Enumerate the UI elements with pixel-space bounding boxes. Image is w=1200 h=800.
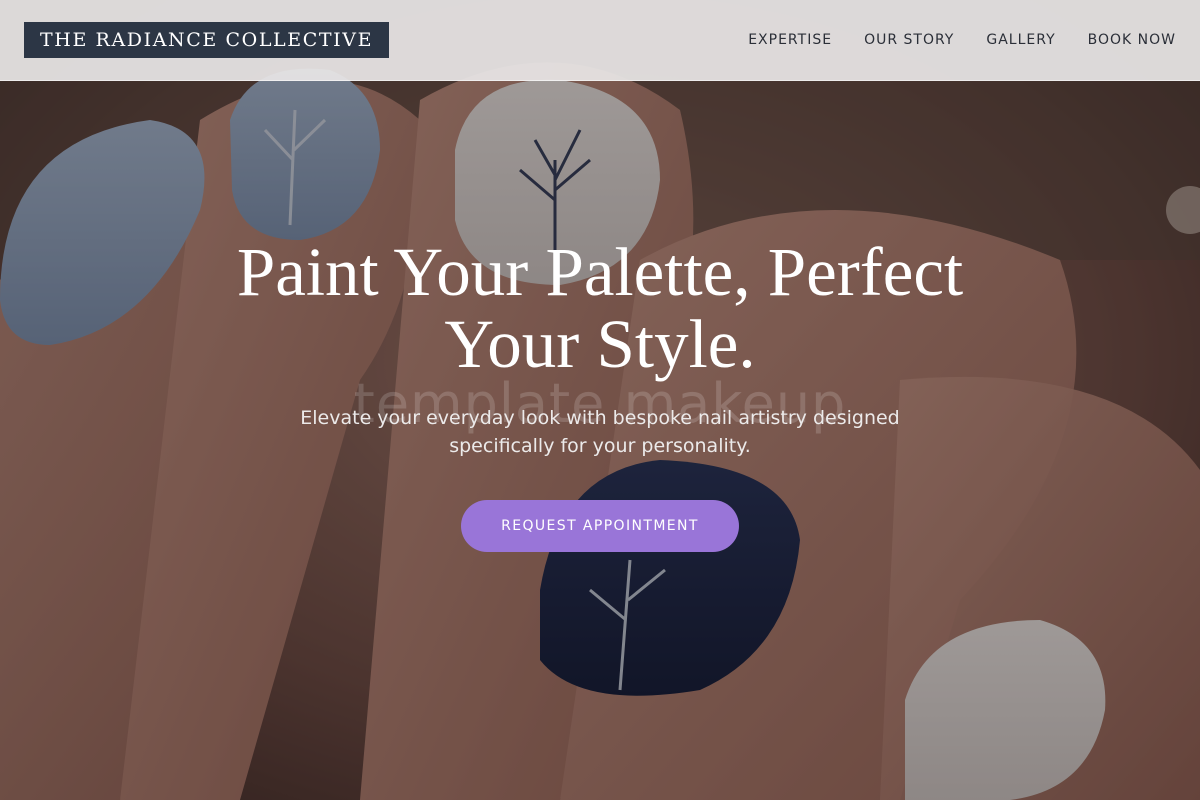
brand-logo[interactable]: THE RADIANCE COLLECTIVE — [24, 22, 390, 58]
nav-item-expertise[interactable]: EXPERTISE — [748, 32, 832, 48]
hero-content: Paint Your Palette, Perfect Your Style. … — [0, 236, 1200, 552]
main-nav: EXPERTISE OUR STORY GALLERY BOOK NOW — [748, 32, 1176, 48]
site-header: THE RADIANCE COLLECTIVE EXPERTISE OUR ST… — [0, 0, 1200, 81]
hero-headline: Paint Your Palette, Perfect Your Style. — [236, 234, 964, 382]
nav-item-gallery[interactable]: GALLERY — [986, 32, 1055, 48]
nav-item-our-story[interactable]: OUR STORY — [864, 32, 954, 48]
hero-subheadline: Elevate your everyday look with bespoke … — [300, 407, 900, 457]
request-appointment-button[interactable]: REQUEST APPOINTMENT — [461, 500, 739, 552]
nav-item-book-now[interactable]: BOOK NOW — [1088, 32, 1176, 48]
